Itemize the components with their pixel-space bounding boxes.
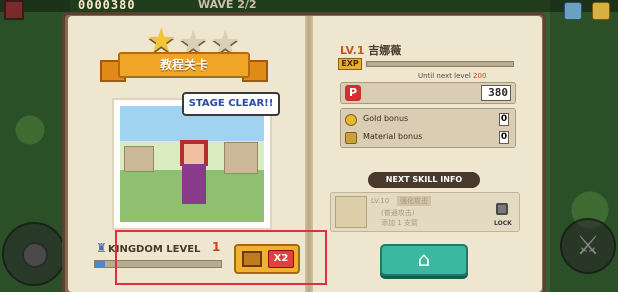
next-skill-header: NEXT SKILL INFO: [368, 172, 480, 188]
lock-label: LOCK: [494, 220, 512, 227]
material-bonus-row: Material bonus 0: [345, 130, 513, 146]
building: [224, 142, 258, 174]
skill-name: 强化攻击: [397, 196, 431, 206]
skill-description-line1: (普通攻击): [381, 209, 415, 217]
skill-thumbnail: [335, 196, 367, 228]
material-bonus-label: Material bonus: [363, 132, 423, 141]
bonus-panel: Gold bonus 0 Material bonus 0: [340, 108, 516, 148]
next-level-label: Until next level: [418, 72, 471, 80]
hero-level: LV.1: [340, 44, 365, 57]
next-level-value: 200: [473, 72, 487, 80]
home-button[interactable]: ⌂: [380, 244, 468, 276]
stage-clear-speech-bubble: STAGE CLEAR!!: [182, 92, 280, 116]
hero-head: [180, 140, 208, 166]
building: [124, 146, 154, 172]
kingdom-icon: ♜: [96, 241, 107, 255]
points-value: 380: [481, 85, 511, 101]
points-icon: P: [345, 85, 361, 101]
virtual-joystick[interactable]: [2, 222, 66, 286]
exp-badge: EXP: [338, 58, 362, 70]
attack-button[interactable]: ⚔: [560, 218, 616, 274]
tutorial-highlight: [115, 230, 327, 285]
gold-bonus-row: Gold bonus 0: [345, 112, 513, 128]
hero-level-title: LV.1 吉娜薇: [340, 42, 401, 58]
stage-photo: [112, 98, 272, 230]
skill-description-line2: 添加 1 支箭: [381, 219, 418, 227]
joystick-knob[interactable]: [22, 242, 48, 268]
material-icon: [345, 132, 357, 144]
next-skill-card: LV.10 强化攻击 (普通攻击) 添加 1 支箭: [330, 192, 520, 232]
score-counter: 0000380: [78, 0, 136, 12]
home-icon: ⌂: [417, 247, 431, 271]
photo-scene: [120, 106, 264, 222]
exp-progress-bar: [366, 61, 514, 67]
hero-name: 吉娜薇: [368, 44, 402, 57]
points-panel: P 380: [340, 82, 516, 104]
stage-title-ribbon: 教程关卡: [118, 52, 250, 78]
hero-body: [182, 164, 206, 204]
gold-bonus-value: 0: [499, 113, 509, 126]
kingdom-progress-fill: [95, 261, 106, 267]
material-bonus-value: 0: [499, 131, 509, 144]
coin-icon: [345, 114, 357, 126]
top-hud: 0000380 WAVE 2/2: [0, 0, 618, 20]
next-level-info: Until next level 200: [418, 72, 486, 80]
wave-counter: WAVE 2/2: [198, 0, 257, 11]
lock-icon: [496, 203, 508, 215]
skill-level: LV.10: [371, 197, 390, 205]
sword-icon: ⚔: [576, 231, 600, 261]
player-avatar: [4, 0, 24, 20]
gold-bonus-label: Gold bonus: [363, 114, 409, 123]
map-icon[interactable]: [564, 2, 582, 20]
menu-icon[interactable]: [592, 2, 610, 20]
